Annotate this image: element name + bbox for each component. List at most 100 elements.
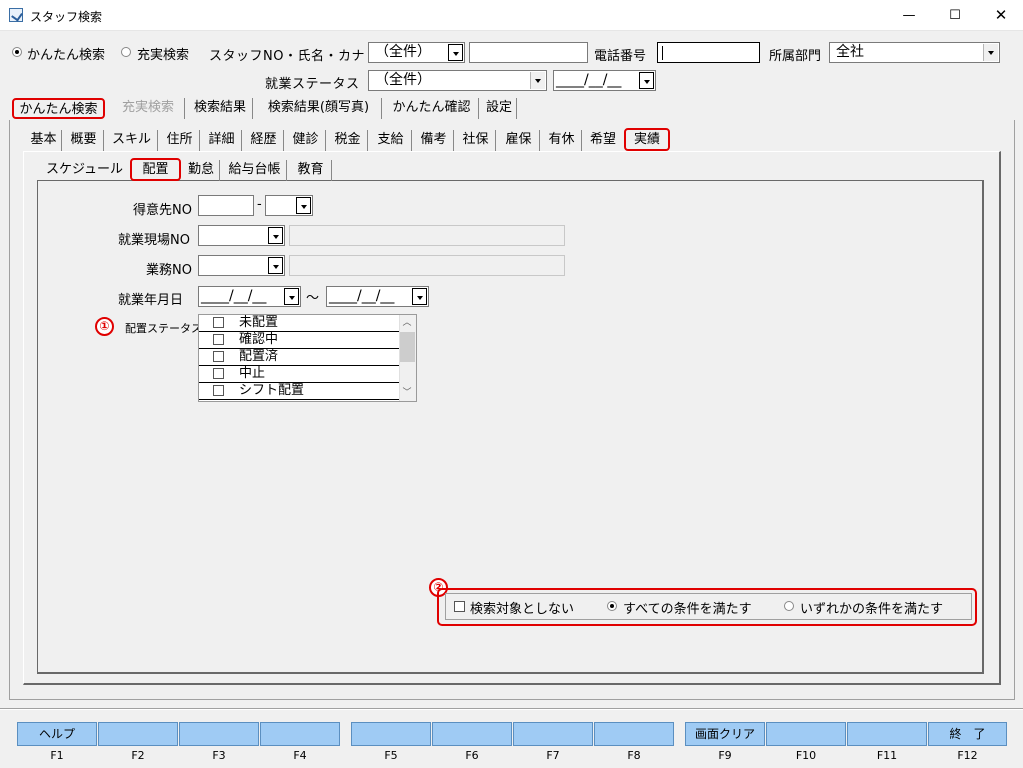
match-any-label: いずれかの条件を満たす [800, 602, 944, 617]
site-name-field [289, 225, 565, 246]
staff-scope-select[interactable]: （全件） [368, 42, 465, 63]
match-all-label: すべての条件を満たす [623, 602, 752, 617]
tab-overview[interactable]: 概要 [64, 130, 104, 151]
placement-status-label: 配置ステータス [125, 322, 202, 335]
tab-simple-confirm[interactable]: かんたん確認 [385, 98, 479, 119]
f10-key-label: F10 [795, 749, 817, 762]
client-sub-no-select[interactable] [265, 195, 313, 216]
f3-button[interactable] [179, 722, 259, 746]
client-no-input[interactable] [198, 195, 254, 216]
tab-employment-insurance[interactable]: 雇保 [498, 130, 540, 151]
tab-schedule[interactable]: スケジュール [40, 160, 129, 181]
f5-button[interactable] [351, 722, 431, 746]
site-no-select[interactable] [198, 225, 285, 246]
work-date-label: 就業年月日 [118, 293, 184, 308]
f7-key-label: F7 [546, 749, 560, 762]
scroll-down-icon[interactable]: ﹀ [402, 388, 412, 398]
tab-settings[interactable]: 設定 [482, 98, 517, 119]
f11-button[interactable] [847, 722, 927, 746]
f9-key-label: F9 [718, 749, 732, 762]
work-date-from-picker[interactable]: ____/__/__ [198, 286, 301, 307]
tab-health-check[interactable]: 健診 [286, 130, 326, 151]
tab-preferences[interactable]: 希望 [584, 130, 622, 151]
f1-key-label: F1 [50, 749, 64, 762]
tab-tax[interactable]: 税金 [328, 130, 368, 151]
f2-key-label: F2 [131, 749, 145, 762]
tab-simple-search[interactable]: かんたん検索 [12, 98, 105, 119]
tab-basic[interactable]: 基本 [26, 130, 62, 151]
scroll-up-icon[interactable]: ︿ [402, 318, 412, 328]
tab-placement[interactable]: 配置 [130, 158, 181, 181]
simple-search-radio[interactable] [12, 47, 22, 57]
tab-education[interactable]: 教育 [290, 160, 332, 181]
chevron-down-icon [412, 288, 427, 305]
exclude-from-search-checkbox[interactable] [454, 601, 465, 612]
checkbox-unplaced[interactable] [213, 317, 224, 328]
list-scroll-thumb[interactable] [400, 332, 415, 362]
client-no-separator: - [257, 197, 262, 212]
checkbox-confirming[interactable] [213, 334, 224, 345]
checkbox-cancelled[interactable] [213, 368, 224, 379]
match-any-radio[interactable] [784, 601, 794, 611]
tab-paid-leave[interactable]: 有休 [542, 130, 582, 151]
list-item[interactable]: 未配置 [199, 315, 400, 332]
close-button[interactable]: ✕ [978, 0, 1023, 31]
staff-scope-value: （全件） [375, 44, 431, 60]
maximize-button[interactable]: ☐ [932, 0, 978, 31]
f1-help-button[interactable]: ヘルプ [17, 722, 97, 746]
placement-status-list[interactable]: 未配置 確認中 配置済 中止 シフト配置 [198, 314, 417, 402]
f4-button[interactable] [260, 722, 340, 746]
tab-details[interactable]: 詳細 [202, 130, 242, 151]
tab-search-results-photo[interactable]: 検索結果(顔写真) [256, 98, 382, 119]
tab-notes[interactable]: 備考 [414, 130, 454, 151]
tab-address[interactable]: 住所 [160, 130, 200, 151]
tab-attendance[interactable]: 勤怠 [183, 160, 220, 181]
chevron-down-icon [268, 227, 283, 244]
staff-keyword-input[interactable] [469, 42, 588, 63]
title-bar: スタッフ検索 — ☐ ✕ [0, 0, 1023, 31]
phone-input[interactable] [657, 42, 760, 63]
work-date-to-picker[interactable]: ____/__/__ [326, 286, 429, 307]
chevron-down-icon [448, 44, 463, 61]
full-search-radio[interactable] [121, 47, 131, 57]
checkbox-placed[interactable] [213, 351, 224, 362]
results-tab-bar: スケジュール 配置 勤怠 給与台帳 教育 [40, 158, 340, 181]
job-name-field [289, 255, 565, 276]
chevron-down-icon [639, 72, 654, 89]
tab-results[interactable]: 実績 [624, 128, 670, 151]
f10-button[interactable] [766, 722, 846, 746]
job-no-select[interactable] [198, 255, 285, 276]
tab-skills[interactable]: スキル [106, 130, 158, 151]
department-label: 所属部門 [769, 49, 822, 64]
chevron-down-icon [296, 197, 311, 214]
tab-social-insurance[interactable]: 社保 [456, 130, 496, 151]
client-no-label: 得意先NO [133, 203, 192, 218]
work-status-date-picker[interactable]: ____/__/__ [553, 70, 656, 91]
tab-career[interactable]: 経歴 [244, 130, 284, 151]
tab-payroll-ledger[interactable]: 給与台帳 [223, 160, 287, 181]
checkbox-shift-placement[interactable] [213, 385, 224, 396]
f3-key-label: F3 [212, 749, 226, 762]
callout-marker-1: ① [95, 317, 114, 336]
tab-payment[interactable]: 支給 [370, 130, 412, 151]
department-select[interactable]: 全社 [829, 42, 1000, 63]
chevron-down-icon [284, 288, 299, 305]
match-all-radio[interactable] [607, 601, 617, 611]
list-item[interactable]: 確認中 [199, 332, 400, 349]
list-item[interactable]: シフト配置 [199, 383, 400, 400]
tab-search-results[interactable]: 検索結果 [188, 98, 253, 119]
work-status-date-value: ____/__/__ [556, 72, 622, 88]
work-status-select[interactable]: （全件） [368, 70, 547, 91]
f12-key-label: F12 [957, 749, 978, 762]
f12-exit-button[interactable]: 終 了 [928, 722, 1007, 746]
f6-button[interactable] [432, 722, 512, 746]
f2-button[interactable] [98, 722, 178, 746]
list-item[interactable]: 中止 [199, 366, 400, 383]
f8-button[interactable] [594, 722, 674, 746]
job-no-label: 業務NO [146, 263, 192, 278]
minimize-button[interactable]: — [886, 0, 932, 31]
tab-full-search[interactable]: 充実検索 [112, 98, 185, 119]
f7-button[interactable] [513, 722, 593, 746]
list-item[interactable]: 配置済 [199, 349, 400, 366]
f9-clear-screen-button[interactable]: 画面クリア [685, 722, 765, 746]
